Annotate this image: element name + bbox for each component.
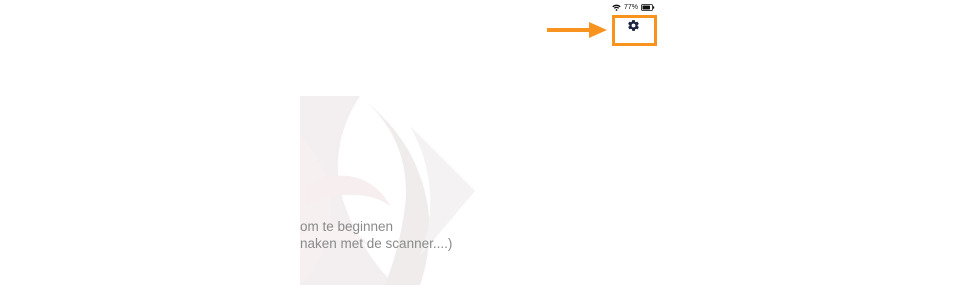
instruction-line-2: naken met de scanner....) [300, 236, 453, 251]
instruction-text: om te beginnen naken met de scanner....) [300, 218, 600, 252]
settings-button[interactable] [625, 20, 641, 36]
wifi-icon [612, 4, 621, 11]
app-screen: 77% om te beginnen naken met de scanner.… [0, 0, 960, 285]
background-logo [300, 96, 480, 285]
status-bar: 77% [612, 2, 655, 12]
battery-icon [641, 3, 655, 11]
battery-percent: 77% [624, 3, 639, 11]
annotation-arrow [547, 21, 609, 44]
instruction-line-1: om te beginnen [300, 219, 394, 234]
gear-icon [627, 19, 640, 37]
